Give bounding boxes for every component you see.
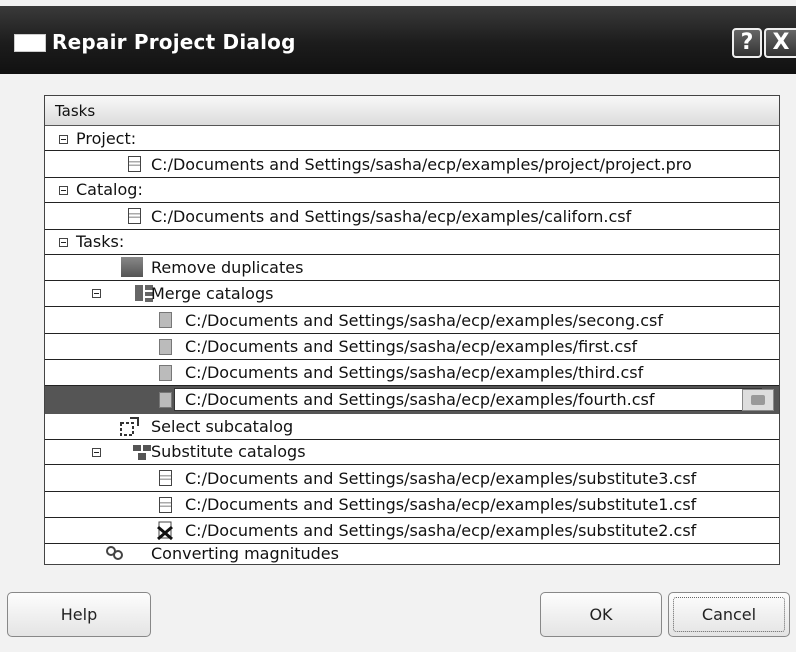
tree-node-converting-magnitudes[interactable]: Converting magnitudes <box>45 544 779 564</box>
tree-node-merge-file[interactable]: C:/Documents and Settings/sasha/ecp/exam… <box>45 307 779 334</box>
title-bar[interactable]: Repair Project Dialog ? X <box>0 6 796 74</box>
converting-magnitudes-icon <box>105 544 125 562</box>
document-icon <box>128 208 141 224</box>
tree-node-substitute-catalogs[interactable]: Substitute catalogs <box>45 440 779 465</box>
tree-node-label: Catalog: <box>76 180 143 199</box>
collapse-icon[interactable] <box>59 238 68 247</box>
collapse-icon[interactable] <box>92 448 101 457</box>
tree-node-label: C:/Documents and Settings/sasha/ecp/exam… <box>185 495 697 514</box>
tree-node-merge-catalogs[interactable]: Merge catalogs <box>45 281 779 307</box>
tree-node-substitute-file[interactable]: C:/Documents and Settings/sasha/ecp/exam… <box>45 492 779 518</box>
tree-node-label: Tasks: <box>76 232 125 251</box>
document-icon <box>128 156 141 172</box>
collapse-icon[interactable] <box>59 186 68 195</box>
browse-folder-icon[interactable] <box>742 389 774 411</box>
tree-node-tasks[interactable]: Tasks: <box>45 230 779 255</box>
tree-node-substitute-file[interactable]: C:/Documents and Settings/sasha/ecp/exam… <box>45 465 779 492</box>
tree-node-label: C:/Documents and Settings/sasha/ecp/exam… <box>151 155 692 174</box>
cancel-button[interactable]: Cancel <box>668 592 790 637</box>
collapse-icon[interactable] <box>92 289 101 298</box>
select-subcatalog-icon <box>118 416 140 438</box>
remove-duplicates-icon <box>121 257 143 277</box>
file-path-edit-field[interactable]: C:/Documents and Settings/sasha/ecp/exam… <box>174 388 762 411</box>
tree-node-merge-file-selected[interactable]: C:/Documents and Settings/sasha/ecp/exam… <box>45 386 779 414</box>
tree-node-label: Merge catalogs <box>151 284 274 303</box>
repair-project-dialog: Repair Project Dialog ? X Tasks Project:… <box>0 0 796 652</box>
substitute-catalogs-icon <box>132 442 152 462</box>
tree-node-label: C:/Documents and Settings/sasha/ecp/exam… <box>151 207 632 226</box>
tree-node-label: C:/Documents and Settings/sasha/ecp/exam… <box>185 311 663 330</box>
tree-node-label: Select subcatalog <box>151 417 294 436</box>
document-icon <box>159 339 172 355</box>
tree-node-remove-duplicates[interactable]: Remove duplicates <box>45 255 779 281</box>
tree-node-substitute-file[interactable]: C:/Documents and Settings/sasha/ecp/exam… <box>45 518 779 544</box>
tree-node-catalog-file[interactable]: C:/Documents and Settings/sasha/ecp/exam… <box>45 203 779 230</box>
tree-node-merge-file[interactable]: C:/Documents and Settings/sasha/ecp/exam… <box>45 360 779 386</box>
tasks-tree[interactable]: Tasks Project: C:/Documents and Settings… <box>44 95 780 565</box>
tree-node-label: C:/Documents and Settings/sasha/ecp/exam… <box>185 521 697 540</box>
invalid-file-icon <box>155 521 175 541</box>
tree-node-label: Project: <box>76 129 137 148</box>
tree-node-label: Substitute catalogs <box>151 442 306 461</box>
window-icon <box>14 34 46 52</box>
file-path-edit-value[interactable]: C:/Documents and Settings/sasha/ecp/exam… <box>185 390 654 409</box>
help-title-button[interactable]: ? <box>732 28 762 58</box>
tree-node-project[interactable]: Project: <box>45 126 779 151</box>
document-icon <box>159 392 172 408</box>
tree-node-label: C:/Documents and Settings/sasha/ecp/exam… <box>185 363 644 382</box>
tree-node-label: C:/Documents and Settings/sasha/ecp/exam… <box>185 337 638 356</box>
tree-node-project-file[interactable]: C:/Documents and Settings/sasha/ecp/exam… <box>45 151 779 178</box>
document-icon <box>159 497 172 513</box>
help-button[interactable]: Help <box>7 592 151 637</box>
tree-node-label: C:/Documents and Settings/sasha/ecp/exam… <box>185 469 697 488</box>
document-icon <box>159 312 172 328</box>
close-button[interactable]: X <box>764 28 796 58</box>
tree-node-catalog[interactable]: Catalog: <box>45 178 779 203</box>
tree-node-merge-file[interactable]: C:/Documents and Settings/sasha/ecp/exam… <box>45 334 779 360</box>
tree-node-select-subcatalog[interactable]: Select subcatalog <box>45 414 779 440</box>
tree-node-label: Remove duplicates <box>151 258 304 277</box>
column-header-tasks[interactable]: Tasks <box>45 96 779 126</box>
tree-node-label: Converting magnitudes <box>151 544 339 563</box>
ok-button[interactable]: OK <box>540 592 662 637</box>
document-icon <box>159 470 172 486</box>
window-title: Repair Project Dialog <box>52 30 296 54</box>
document-icon <box>159 365 172 381</box>
collapse-icon[interactable] <box>59 135 68 144</box>
